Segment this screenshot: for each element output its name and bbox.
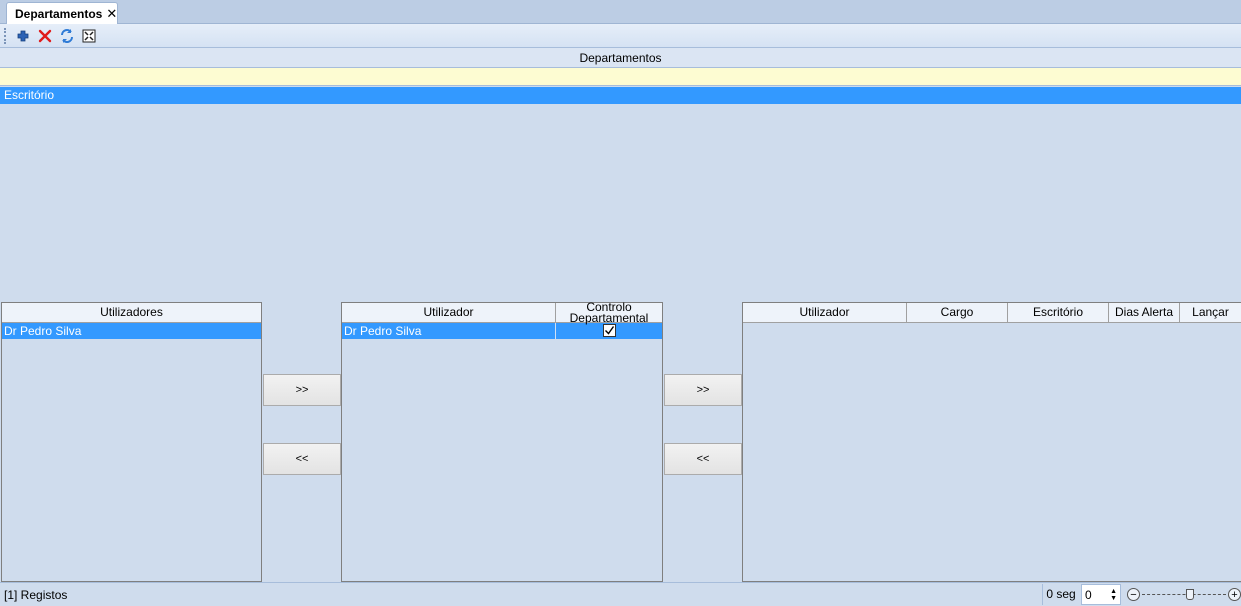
add-icon[interactable]: [12, 26, 34, 46]
add-user-button[interactable]: >>: [263, 374, 341, 406]
zoom-in-icon[interactable]: +: [1228, 588, 1241, 601]
details-grid: Utilizador Cargo Escritório Dias Alerta …: [742, 302, 1241, 582]
column-header-dias-alerta[interactable]: Dias Alerta: [1109, 303, 1180, 322]
users-grid: Utilizadores Dr Pedro Silva: [1, 302, 262, 582]
column-header-utilizador[interactable]: Utilizador: [743, 303, 907, 322]
column-header-lancar[interactable]: Lançar: [1180, 303, 1241, 322]
cell-controlo: [556, 323, 662, 339]
grid-header: Utilizador Controlo Departamental: [342, 301, 662, 324]
spinner-value: 0: [1085, 587, 1092, 602]
toolbar-grip[interactable]: [4, 27, 7, 44]
status-right: 0 seg 0 ▲ ▼ − +: [1042, 583, 1241, 606]
fit-icon[interactable]: [78, 26, 100, 46]
remove-detail-button[interactable]: <<: [664, 443, 742, 475]
column-header-utilizadores[interactable]: Utilizadores: [2, 303, 261, 322]
elapsed-time: 0 seg: [1042, 584, 1079, 605]
zoom-slider[interactable]: − +: [1127, 584, 1241, 605]
section-title: Departamentos: [0, 48, 1241, 68]
records-count: [1] Registos: [4, 587, 68, 602]
tab-strip: Departamentos ✕: [0, 0, 1241, 25]
value-spinner[interactable]: 0 ▲ ▼: [1081, 584, 1121, 605]
controlo-checkbox[interactable]: [602, 324, 616, 337]
cell-user: Dr Pedro Silva: [4, 324, 82, 338]
close-icon[interactable]: ✕: [106, 6, 117, 22]
zoom-track[interactable]: [1142, 589, 1226, 600]
grid-header: Utilizador Cargo Escritório Dias Alerta …: [743, 303, 1241, 323]
table-row[interactable]: Dr Pedro Silva: [342, 323, 662, 339]
column-header-escritorio[interactable]: Escritório: [1008, 303, 1109, 322]
list-item[interactable]: Escritório: [0, 87, 1241, 104]
remove-user-button[interactable]: <<: [263, 443, 341, 475]
spinner-arrows-icon[interactable]: ▲ ▼: [1110, 588, 1117, 602]
zoom-thumb[interactable]: [1186, 589, 1194, 600]
departments-list: Escritório: [0, 87, 1241, 300]
delete-icon[interactable]: [34, 26, 56, 46]
tab-departamentos[interactable]: Departamentos ✕: [6, 2, 118, 25]
add-detail-button[interactable]: >>: [664, 374, 742, 406]
grid-header: Utilizadores: [2, 303, 261, 323]
tab-title: Departamentos: [15, 7, 103, 21]
refresh-icon[interactable]: [56, 26, 78, 46]
column-header-cargo[interactable]: Cargo: [907, 303, 1008, 322]
toolbar: [0, 24, 1241, 48]
assigned-users-grid: Utilizador Controlo Departamental Dr Ped…: [341, 301, 663, 582]
cell-user: Dr Pedro Silva: [342, 323, 556, 339]
table-row[interactable]: Dr Pedro Silva: [2, 323, 261, 339]
column-header-utilizador[interactable]: Utilizador: [342, 303, 556, 322]
zoom-out-icon[interactable]: −: [1127, 588, 1140, 601]
status-bar: [1] Registos 0 seg 0 ▲ ▼ − +: [0, 582, 1241, 606]
column-header-controlo-departamental[interactable]: Controlo Departamental: [556, 301, 662, 324]
filter-row[interactable]: [0, 68, 1241, 86]
